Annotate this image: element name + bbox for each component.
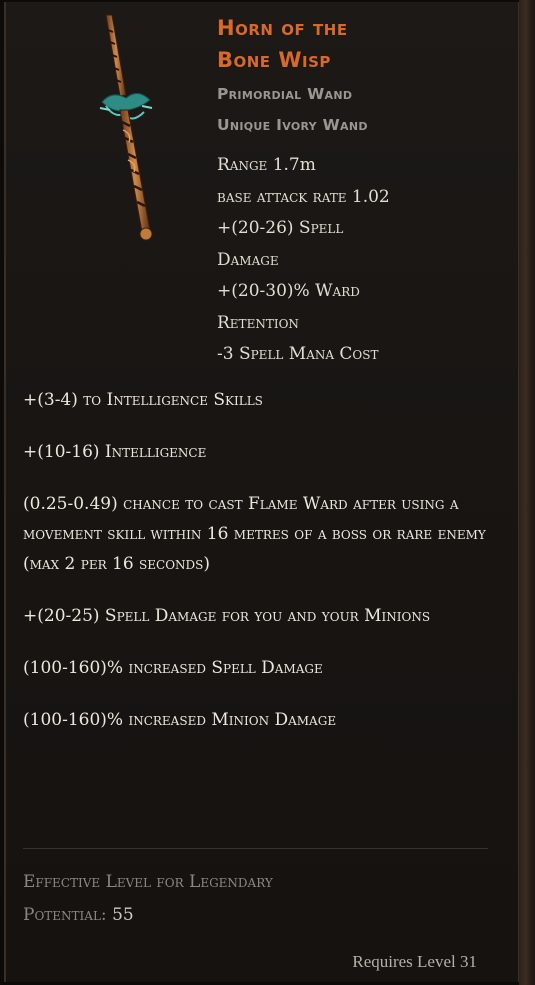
- item-name-line2: Bone Wisp: [217, 48, 331, 72]
- tooltip-frame-edge: [519, 0, 535, 985]
- affix-increased-minion-damage: (100-160)% increased Minion Damage: [23, 710, 337, 730]
- implicit-spell-damage-line1: +(20-26) Spell: [217, 218, 344, 238]
- implicit-stats: Range 1.7m base attack rate 1.02 +(20-26…: [217, 150, 497, 371]
- implicit-ward-retention-line1: +(20-30)% Ward: [217, 281, 360, 301]
- implicit-spell-damage: +(20-26) Spell Damage: [217, 213, 497, 276]
- affix-intelligence: +(10-16) Intelligence: [23, 442, 207, 462]
- affix-list: +(3-4) to Intelligence Skills +(10-16) I…: [23, 385, 503, 757]
- item-name-line1: Horn of the: [217, 16, 348, 40]
- footer-divider: [23, 848, 488, 849]
- implicit-spell-damage-line2: Damage: [217, 249, 279, 270]
- implicit-range-label: Range: [217, 155, 268, 175]
- item-base-type: Primordial Wand: [217, 85, 353, 103]
- legendary-label-line2: Potential:: [23, 905, 113, 925]
- wand-icon: [92, 10, 172, 245]
- item-name: Horn of the Bone Wisp: [217, 12, 497, 76]
- legendary-label-line1: Effective Level for Legendary: [23, 872, 273, 892]
- legendary-potential-info: Effective Level for Legendary Potential:…: [23, 866, 423, 932]
- item-rarity-line: Unique Ivory Wand: [217, 116, 368, 134]
- affix-increased-spell-damage: (100-160)% increased Spell Damage: [23, 658, 323, 678]
- implicit-mana-cost: -3 Spell Mana Cost: [217, 344, 379, 364]
- affix-intelligence-skills: +(3-4) to Intelligence Skills: [23, 390, 263, 410]
- required-level: Requires Level 31: [352, 952, 477, 971]
- affix-spell-damage-minions: +(20-25) Spell Damage for you and your M…: [23, 606, 431, 626]
- legendary-label-line2-wrap: Potential: 55: [23, 899, 423, 932]
- implicit-ward-retention: +(20-30)% Ward Retention: [217, 276, 497, 339]
- implicit-attack-rate-label: base attack rate: [217, 186, 347, 207]
- implicit-range: Range 1.7m: [217, 150, 497, 182]
- affix-flame-ward-chance: (0.25-0.49) chance to cast Flame Ward af…: [23, 494, 486, 574]
- implicit-range-value: 1.7m: [267, 155, 316, 175]
- implicit-ward-retention-line2: Retention: [217, 312, 299, 333]
- legendary-level-value: 55: [112, 905, 134, 925]
- implicit-attack-rate-value: 1.02: [346, 186, 390, 207]
- implicit-attack-rate: base attack rate 1.02: [217, 182, 497, 214]
